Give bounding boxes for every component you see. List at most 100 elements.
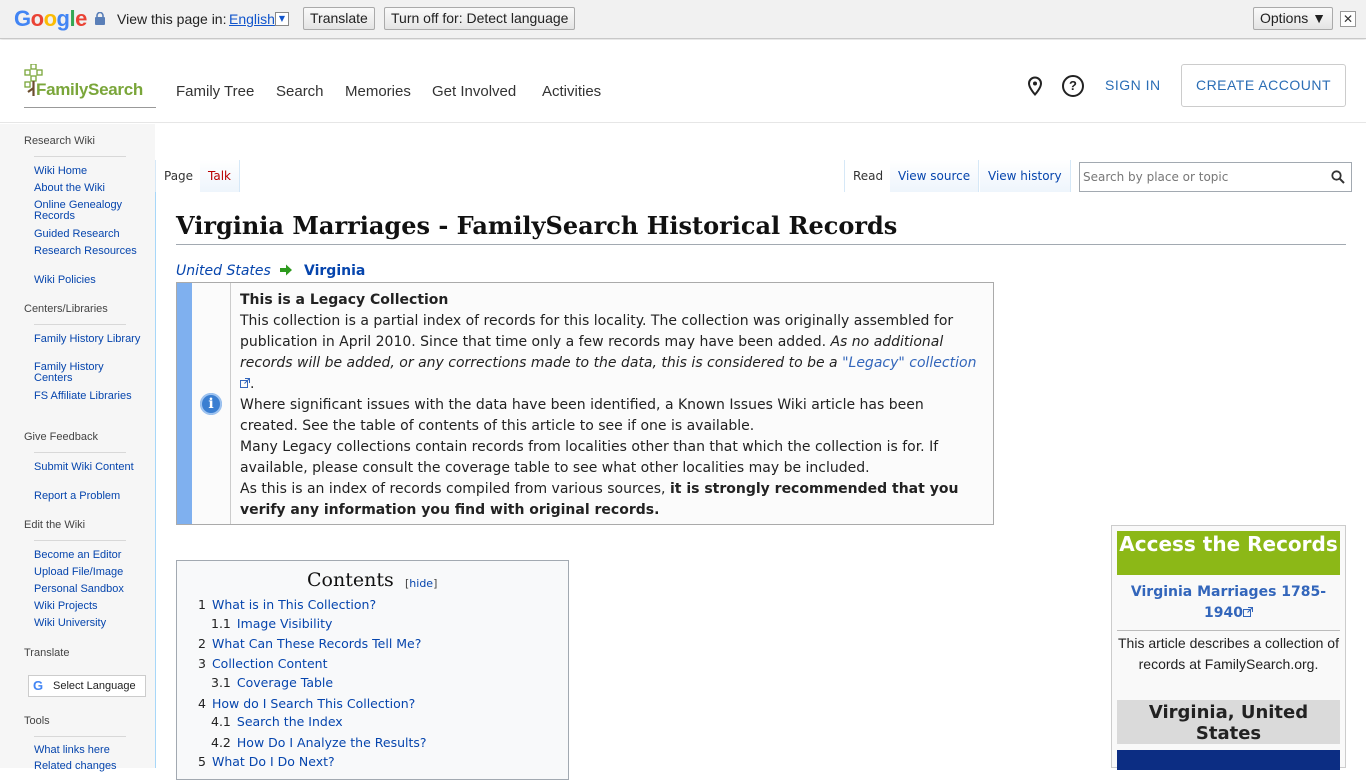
sidebar-item-about-wiki[interactable]: About the Wiki <box>34 183 144 194</box>
nav-activities[interactable]: Activities <box>542 83 601 100</box>
sidebar-heading-research-wiki: Research Wiki <box>24 135 95 147</box>
notice-accent-bar <box>177 283 192 524</box>
sidebar-heading-translate: Translate <box>24 647 70 659</box>
toc-item[interactable]: 2 What Can These Records Tell Me? <box>198 636 421 651</box>
toc-item[interactable]: 4.1 Search the Index <box>211 714 343 729</box>
toc-number: 4 <box>198 696 206 711</box>
google-logo-letter: o <box>43 6 57 31</box>
notice-text-end: . <box>250 376 255 392</box>
toc-number: 5 <box>198 754 206 769</box>
collection-link-label: Virginia Marriages 1785-1940 <box>1130 584 1327 621</box>
sidebar-item-affiliate[interactable]: FS Affiliate Libraries <box>34 391 144 402</box>
tab-page[interactable]: Page <box>155 160 203 192</box>
translate-button[interactable]: Translate <box>303 7 375 30</box>
logo-text: FamilySearch <box>36 80 143 99</box>
toc-label: What Do I Do Next? <box>211 754 335 769</box>
chevron-down-icon[interactable]: ▼ <box>275 12 289 26</box>
notice-paragraph-1: This collection is a partial index of re… <box>240 311 982 395</box>
sidebar-heading-edit: Edit the Wiki <box>24 519 86 531</box>
toc-number: 1 <box>198 597 206 612</box>
sidebar-heading-feedback: Give Feedback <box>24 431 98 443</box>
divider <box>34 736 126 737</box>
sidebar-item-report-problem[interactable]: Report a Problem <box>34 491 144 502</box>
sidebar-item-what-links[interactable]: What links here <box>34 745 144 756</box>
search-icon[interactable] <box>1331 170 1345 184</box>
toc-label: Image Visibility <box>236 616 333 631</box>
toc-item[interactable]: 1.1 Image Visibility <box>211 616 332 631</box>
sidebar-item-projects[interactable]: Wiki Projects <box>34 601 144 612</box>
google-logo-letter: e <box>75 6 87 31</box>
notice-text-plain: As this is an index of records compiled … <box>240 481 670 497</box>
sidebar-item-upload[interactable]: Upload File/Image <box>34 567 144 578</box>
toc-number: 3.1 <box>211 675 231 690</box>
sidebar-item-guided-research[interactable]: Guided Research <box>34 229 144 240</box>
sidebar-heading-tools: Tools <box>24 715 50 727</box>
sidebar-item-wiki-home[interactable]: Wiki Home <box>34 166 144 177</box>
sidebar-item-submit-content[interactable]: Submit Wiki Content <box>34 462 144 473</box>
sidebar-item-sandbox[interactable]: Personal Sandbox <box>34 584 144 595</box>
toc-item[interactable]: 3 Collection Content <box>198 656 327 671</box>
external-link-icon <box>1242 607 1253 617</box>
breadcrumb-virginia[interactable]: Virginia <box>304 263 365 279</box>
tab-view-source[interactable]: View source <box>890 160 980 192</box>
notice-paragraph-3: Many Legacy collections contain records … <box>240 439 939 476</box>
external-link-icon <box>240 378 250 388</box>
google-g-icon: G <box>33 678 44 693</box>
nav-get-involved[interactable]: Get Involved <box>432 83 516 100</box>
google-logo-letter: g <box>56 6 70 31</box>
notice-heading: This is a Legacy Collection <box>240 292 449 308</box>
sidebar-item-research-resources[interactable]: Research Resources <box>34 246 144 257</box>
arrow-right-icon <box>280 264 292 276</box>
sidebar-item-online-records[interactable]: Online Genealogy Records <box>34 200 144 222</box>
select-language-dropdown[interactable]: G Select Language <box>28 675 146 697</box>
sidebar-item-become-editor[interactable]: Become an Editor <box>34 550 144 561</box>
tab-read[interactable]: Read <box>844 160 893 192</box>
toc-label: How Do I Analyze the Results? <box>236 735 427 750</box>
info-icon: i <box>200 393 222 415</box>
infobox-description: This article describes a collection of r… <box>1118 635 1339 672</box>
tab-talk[interactable]: Talk <box>200 160 240 192</box>
sidebar-item-university[interactable]: Wiki University <box>34 618 144 629</box>
breadcrumb-united-states[interactable]: United States <box>176 263 271 279</box>
sidebar: Research Wiki Wiki Home About the Wiki O… <box>0 124 155 772</box>
table-of-contents: Contents [hide] 1 What is in This Collect… <box>176 560 569 780</box>
wiki-search-input[interactable] <box>1080 163 1320 191</box>
virginia-flag-image <box>1117 750 1340 770</box>
language-select[interactable]: English <box>229 11 275 27</box>
toc-number: 4.2 <box>211 735 231 750</box>
close-icon[interactable]: ✕ <box>1340 11 1356 27</box>
sidebar-item-wiki-policies[interactable]: Wiki Policies <box>34 275 144 286</box>
divider <box>34 452 126 453</box>
notice-icon-cell: i <box>192 283 231 524</box>
page-title: Virginia Marriages - FamilySearch Histor… <box>176 211 1346 245</box>
help-icon[interactable]: ? <box>1062 75 1084 97</box>
toc-number: 1.1 <box>211 616 231 631</box>
sidebar-item-fhl[interactable]: Family History Library <box>34 334 144 345</box>
toc-title: Contents <box>307 569 394 591</box>
nav-family-tree[interactable]: Family Tree <box>176 83 254 100</box>
toc-hide-link[interactable]: hide <box>409 577 433 590</box>
nav-memories[interactable]: Memories <box>345 83 411 100</box>
toc-item[interactable]: 4 How do I Search This Collection? <box>198 696 415 711</box>
turn-off-button[interactable]: Turn off for: Detect language <box>384 7 576 30</box>
nav-search[interactable]: Search <box>276 83 324 100</box>
toc-item[interactable]: 5 What Do I Do Next? <box>198 754 335 769</box>
options-button[interactable]: Options ▼ <box>1253 7 1333 30</box>
location-pin-icon[interactable] <box>1026 76 1044 96</box>
google-logo-letter: G <box>14 6 31 31</box>
toc-item[interactable]: 4.2 How Do I Analyze the Results? <box>211 735 427 750</box>
wiki-search-box <box>1079 162 1352 192</box>
familysearch-logo[interactable]: FamilySearch <box>24 64 156 108</box>
select-language-label: Select Language <box>53 680 136 692</box>
sign-in-link[interactable]: SIGN IN <box>1105 77 1161 93</box>
sidebar-item-fhc[interactable]: Family History Centers <box>34 362 144 384</box>
divider <box>34 156 126 157</box>
toc-item[interactable]: 3.1 Coverage Table <box>211 675 333 690</box>
create-account-button[interactable]: CREATE ACCOUNT <box>1181 64 1346 107</box>
sidebar-item-related-changes[interactable]: Related changes <box>34 761 144 772</box>
divider <box>1117 630 1340 631</box>
tab-view-history[interactable]: View history <box>980 160 1071 192</box>
toc-item[interactable]: 1 What is in This Collection? <box>198 597 376 612</box>
collection-link[interactable]: Virginia Marriages 1785-1940 <box>1117 582 1340 624</box>
toc-label: Search the Index <box>236 714 343 729</box>
